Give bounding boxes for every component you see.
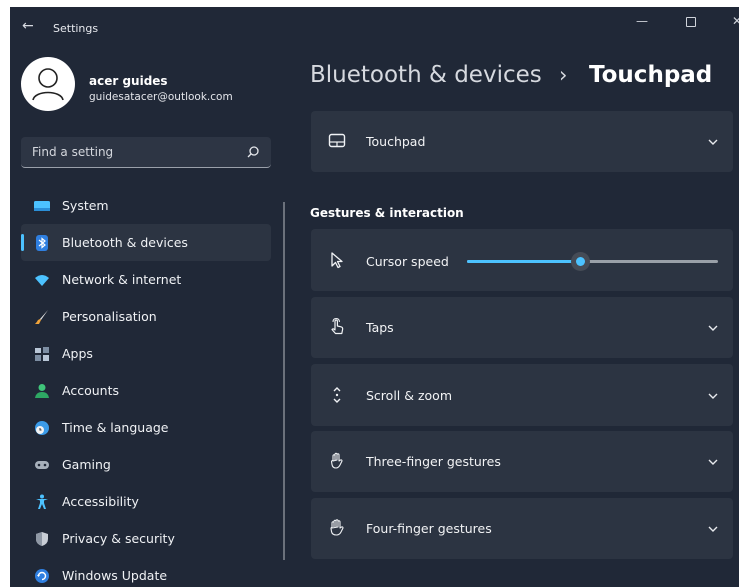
sidebar-item-system[interactable]: System (21, 187, 271, 224)
sidebar-item-apps[interactable]: Apps (21, 335, 271, 372)
slider-thumb[interactable] (570, 252, 590, 271)
pointer-icon (331, 252, 343, 269)
card-label: Three-finger gestures (366, 454, 501, 469)
gamepad-icon (35, 461, 49, 469)
touchpad-card[interactable]: Touchpad On (311, 111, 733, 256)
sidebar-item-label: Time & language (62, 420, 169, 435)
person-icon (32, 68, 64, 101)
search-icon[interactable] (245, 144, 261, 160)
bluetooth-icon (36, 235, 48, 251)
sidebar-item-label: Personalisation (62, 309, 157, 324)
minimize-button[interactable]: — (627, 11, 657, 31)
shield-icon (36, 532, 48, 546)
sidebar-item-label: Privacy & security (62, 531, 175, 546)
sidebar-item-time-language[interactable]: Time & language (21, 409, 271, 446)
apps-icon (35, 347, 49, 361)
system-icon (34, 201, 50, 211)
maximize-icon (686, 16, 696, 27)
touchpad-label: Touchpad (366, 134, 426, 149)
slider-fill (467, 260, 580, 263)
title-bar: ← Settings — ✕ (10, 7, 739, 51)
sidebar-item-windows-update[interactable]: Windows Update (21, 557, 271, 587)
user-name: acer guides (89, 74, 168, 88)
sidebar-item-label: Bluetooth & devices (62, 235, 188, 250)
accessibility-icon (36, 494, 48, 509)
close-button[interactable]: ✕ (722, 11, 739, 31)
card-label: Four-finger gestures (366, 521, 492, 536)
user-email: guidesatacer@outlook.com (89, 91, 233, 103)
sidebar-item-label: Apps (62, 346, 93, 361)
selection-indicator (21, 234, 24, 251)
three-finger-gestures-card[interactable]: Three-finger gestures (311, 431, 733, 492)
clock-globe-icon (35, 421, 49, 435)
four-finger-hand-icon (330, 519, 344, 536)
sidebar-item-label: Accessibility (62, 494, 139, 509)
sidebar-item-label: Network & internet (62, 272, 182, 287)
wifi-icon (35, 275, 49, 286)
sidebar-nav: System Bluetooth & devices Network & int… (21, 187, 271, 587)
taps-card[interactable]: Taps (311, 297, 733, 358)
chevron-down-icon[interactable] (707, 523, 719, 535)
person-icon (35, 384, 49, 398)
app-title: Settings (53, 22, 99, 35)
search-input[interactable]: Find a setting (21, 137, 271, 168)
four-finger-gestures-card[interactable]: Four-finger gestures (311, 498, 733, 559)
chevron-down-icon[interactable] (707, 390, 719, 402)
scroll-zoom-card[interactable]: Scroll & zoom (311, 364, 733, 426)
sidebar-item-network[interactable]: Network & internet (21, 261, 271, 298)
cursor-speed-label: Cursor speed (366, 254, 449, 269)
chevron-down-icon[interactable] (707, 136, 719, 148)
sidebar-item-label: Gaming (62, 457, 111, 472)
tap-hand-icon (331, 318, 344, 335)
sidebar-item-gaming[interactable]: Gaming (21, 446, 271, 483)
breadcrumb-parent[interactable]: Bluetooth & devices (310, 62, 542, 88)
brush-icon (35, 310, 48, 324)
sidebar-item-label: Accounts (62, 383, 119, 398)
breadcrumb-separator: › (559, 63, 568, 87)
page-title: Touchpad (589, 62, 713, 88)
sidebar-item-personalisation[interactable]: Personalisation (21, 298, 271, 335)
card-label: Taps (366, 320, 394, 335)
cursor-speed-slider[interactable] (467, 252, 718, 271)
chevron-down-icon[interactable] (707, 322, 719, 334)
sidebar-item-accounts[interactable]: Accounts (21, 372, 271, 409)
search-placeholder: Find a setting (32, 145, 114, 159)
chevron-down-icon[interactable] (707, 456, 719, 468)
avatar[interactable] (21, 57, 75, 111)
scroll-icon (333, 387, 341, 403)
three-finger-hand-icon (330, 452, 343, 469)
update-icon (35, 569, 49, 583)
touchpad-icon (328, 133, 346, 148)
sidebar-item-accessibility[interactable]: Accessibility (21, 483, 271, 520)
card-label: Scroll & zoom (366, 388, 452, 403)
section-title: Gestures & interaction (310, 206, 464, 220)
sidebar-item-label: System (62, 198, 109, 213)
sidebar-item-bluetooth[interactable]: Bluetooth & devices (21, 224, 271, 261)
sidebar-item-label: Windows Update (62, 568, 168, 583)
settings-window: ← Settings — ✕ acer guides guidesatacer@… (10, 7, 739, 587)
pane-scrollbar[interactable] (283, 202, 285, 560)
sidebar-item-privacy-security[interactable]: Privacy & security (21, 520, 271, 557)
maximize-button[interactable] (676, 11, 706, 31)
back-arrow-icon[interactable]: ← (22, 18, 34, 34)
